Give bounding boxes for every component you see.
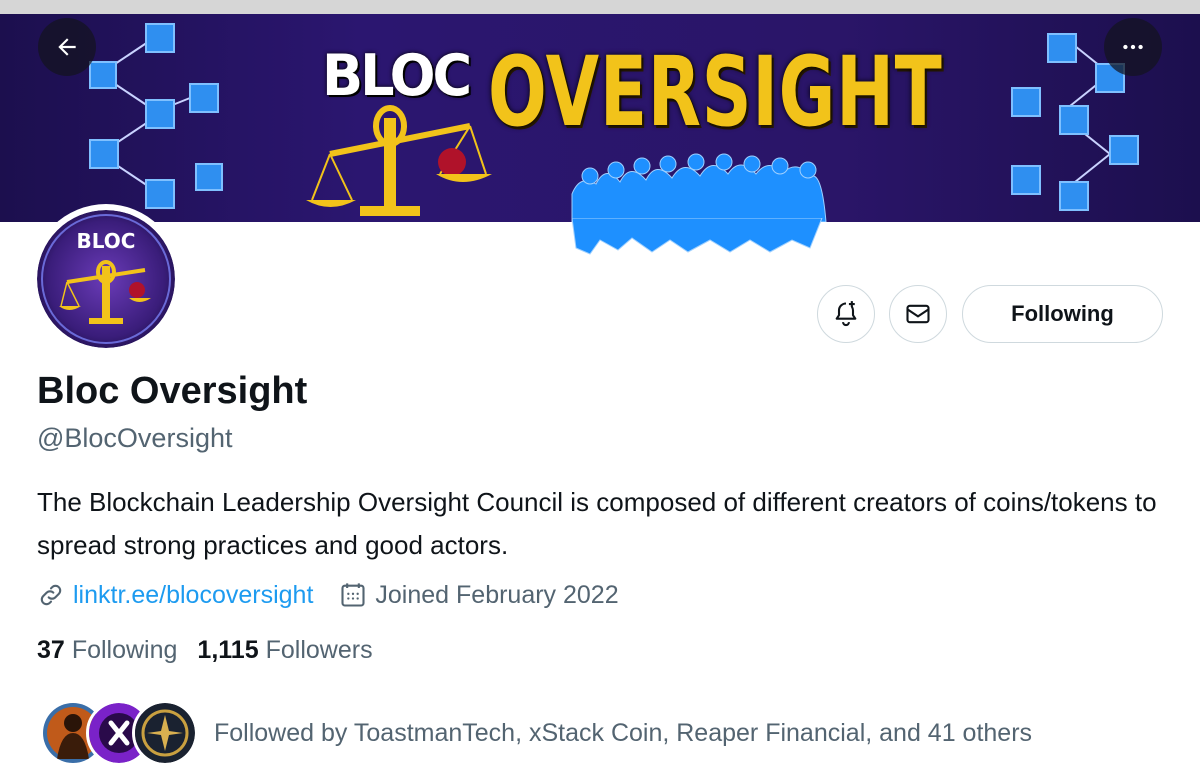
back-button[interactable] [38, 18, 96, 76]
display-name: Bloc Oversight [37, 370, 308, 412]
user-handle: @BlocOversight [37, 423, 233, 453]
following-count: 37 [37, 635, 65, 664]
following-stat[interactable]: 37 Following [37, 636, 177, 665]
followers-stat[interactable]: 1,115 Followers [197, 636, 372, 665]
top-strip [0, 0, 1200, 14]
calendar-icon [341, 583, 365, 607]
profile-meta: linktr.ee/blocoversight Joined February … [37, 577, 619, 613]
crowd-silhouette [571, 153, 827, 222]
arrow-left-icon [58, 38, 76, 56]
banner-title-oversight: OVERSIGHT [488, 36, 943, 148]
followed-by-text[interactable]: Followed by ToastmanTech, xStack Coin, R… [214, 719, 1032, 748]
crowd-overflow [571, 218, 823, 255]
message-button[interactable] [889, 285, 947, 343]
follow-stats: 37 Following 1,115 Followers [37, 632, 373, 668]
follower-avatar [132, 700, 198, 766]
envelope-icon [906, 304, 930, 324]
following-label: Following [71, 635, 178, 664]
blockchain-cubes-left [89, 23, 223, 209]
profile-avatar[interactable]: BLOC [31, 204, 181, 354]
banner-title-bloc: BLOC [322, 42, 472, 109]
bell-plus-icon [835, 301, 857, 327]
profile-bio: The Blockchain Leadership Oversight Coun… [37, 487, 1157, 560]
profile-website-link[interactable]: linktr.ee/blocoversight [73, 581, 313, 610]
scale-of-justice [306, 105, 492, 216]
more-options-button[interactable] [1104, 18, 1162, 76]
more-horizontal-icon [1123, 44, 1143, 50]
joined-date: Joined February 2022 [339, 580, 619, 610]
followers-label: Followers [265, 635, 373, 664]
avatar-logo-text: BLOC [77, 229, 136, 253]
notifications-button[interactable] [817, 285, 875, 343]
avatar-image: BLOC [37, 210, 175, 348]
profile-banner: BLOC OVERSIGHT [0, 14, 1200, 222]
link-icon [40, 584, 62, 606]
joined-text: Joined February 2022 [375, 580, 619, 609]
followed-by[interactable]: Followed by ToastmanTech, xStack Coin, R… [40, 700, 1032, 766]
following-button[interactable]: Following [962, 285, 1163, 343]
followers-count: 1,115 [197, 635, 259, 664]
